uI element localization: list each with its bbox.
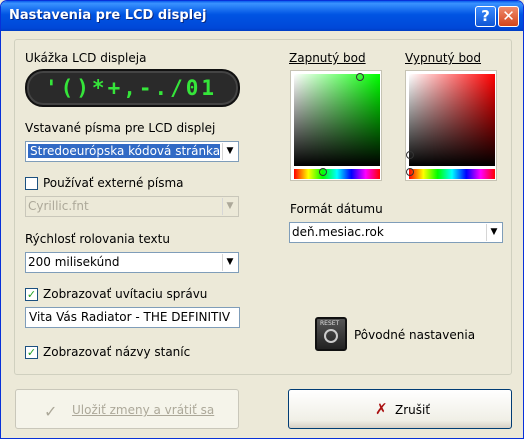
external-fonts-select[interactable]: Cyrillic.fnt ▼ <box>25 196 239 217</box>
off-dot-color-knob[interactable] <box>406 151 414 159</box>
date-format-value: deň.mesiac.rok <box>292 225 384 239</box>
off-dot-label: Vypnutý bod <box>405 51 482 65</box>
chevron-down-icon[interactable]: ▼ <box>222 143 237 160</box>
on-dot-color-picker[interactable] <box>290 70 382 181</box>
cross-icon: ✗ <box>375 400 388 418</box>
external-fonts-value: Cyrillic.fnt <box>28 199 89 213</box>
date-format-label: Formát dátumu <box>290 202 383 216</box>
off-dot-hue-slider[interactable] <box>409 169 495 179</box>
settings-dialog: Nastavenia pre LCD displej ? ✕ Ukážka LC… <box>0 0 524 439</box>
welcome-checkbox[interactable]: ✓ <box>25 288 38 301</box>
off-dot-color-field[interactable] <box>409 74 495 166</box>
chevron-down-icon[interactable]: ▼ <box>222 254 237 271</box>
cancel-button-label: Zrušiť <box>395 403 431 417</box>
reset-icon-text: RESET <box>320 320 340 327</box>
chevron-down-icon[interactable]: ▼ <box>222 198 237 215</box>
on-dot-color-knob[interactable] <box>356 73 364 81</box>
save-button-label: Uložiť zmeny a vrátiť sa <box>72 403 215 417</box>
scroll-speed-select[interactable]: 200 milisekúnd ▼ <box>25 252 239 273</box>
power-icon <box>324 329 338 343</box>
title-bar[interactable]: Nastavenia pre LCD displej ? ✕ <box>1 1 523 31</box>
scroll-speed-label: Rýchlosť rolovania textu <box>25 232 170 246</box>
lcd-preview-text: '()*+,-./01 <box>45 76 218 100</box>
off-dot-color-picker[interactable] <box>405 70 497 181</box>
station-names-label: Zobrazovať názvy staníc <box>43 345 191 359</box>
lcd-preview: '()*+,-./01 <box>25 69 240 107</box>
builtin-fonts-select[interactable]: Stredoeurópska kódová stránka ▼ <box>25 141 239 162</box>
external-fonts-label: Používať externé písma <box>43 176 184 190</box>
reset-icon[interactable]: RESET <box>315 317 347 351</box>
reset-defaults-link[interactable]: Pôvodné nastavenia <box>354 328 475 342</box>
save-button[interactable]: ✓ Uložiť zmeny a vrátiť sa <box>15 389 239 429</box>
on-dot-hue-slider[interactable] <box>294 169 380 179</box>
scroll-speed-value: 200 milisekúnd <box>28 255 120 269</box>
builtin-fonts-value: Stredoeurópska kódová stránka <box>28 144 220 158</box>
station-names-checkbox[interactable]: ✓ <box>25 346 38 359</box>
on-dot-color-field[interactable] <box>294 74 380 166</box>
cancel-button[interactable]: ✗ Zrušiť <box>288 389 512 429</box>
help-button[interactable]: ? <box>475 6 496 27</box>
builtin-fonts-label: Vstavané písma pre LCD displej <box>25 121 216 135</box>
close-button[interactable]: ✕ <box>498 6 519 27</box>
date-format-select[interactable]: deň.mesiac.rok ▼ <box>289 222 503 243</box>
chevron-down-icon[interactable]: ▼ <box>486 224 501 241</box>
on-dot-label: Zapnutý bod <box>289 51 366 65</box>
welcome-label: Zobrazovať uvítaciu správu <box>43 287 208 301</box>
window-title: Nastavenia pre LCD displej <box>9 8 207 23</box>
welcome-message-input[interactable]: Vita Vás Radiator - THE DEFINITIV <box>25 307 240 328</box>
checkmark-icon: ✓ <box>44 402 58 421</box>
off-dot-hue-knob[interactable] <box>406 168 414 176</box>
on-dot-hue-knob[interactable] <box>319 168 327 176</box>
external-fonts-checkbox[interactable] <box>25 177 38 190</box>
lcd-preview-label: Ukážka LCD displeja <box>25 51 147 65</box>
